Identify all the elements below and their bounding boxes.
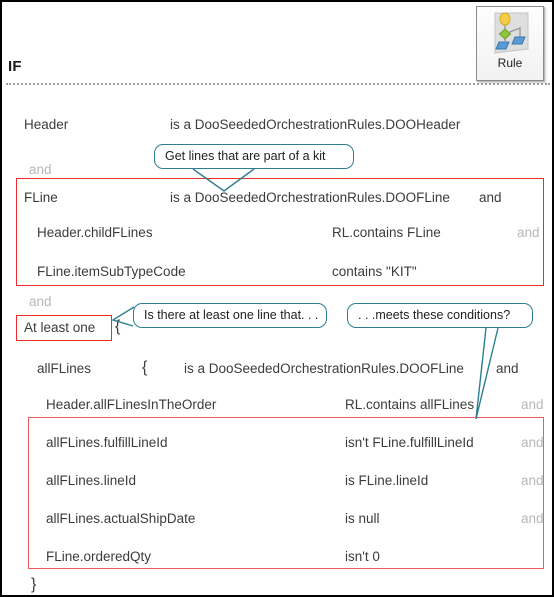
row-left-term[interactable]: allFLines.lineId	[46, 470, 136, 492]
row-condition[interactable]: is FLine.lineId	[345, 470, 428, 492]
row-and-label: and	[521, 435, 544, 450]
callout-conditions: . . .meets these conditions?	[347, 303, 533, 328]
row-condition[interactable]: is a DooSeededOrchestrationRules.DOOFLin…	[184, 358, 464, 380]
table-row: allFLines.lineId is FLine.lineId and	[2, 470, 552, 492]
row-left-term[interactable]: FLine.orderedQty	[46, 546, 151, 568]
table-row: allFLines { is a DooSeededOrchestrationR…	[2, 358, 552, 380]
row-condition[interactable]: is a DooSeededOrchestrationRules.DOOHead…	[170, 114, 460, 136]
row-and-label: and	[521, 473, 544, 488]
row-condition[interactable]: contains "KIT"	[332, 261, 417, 283]
table-row: FLine.itemSubTypeCode contains "KIT"	[2, 261, 552, 283]
conjunction-and-2: and	[29, 294, 52, 309]
row-left-term[interactable]: Header.allFLinesInTheOrder	[46, 394, 216, 416]
row-and-label: and	[521, 511, 544, 526]
if-label: IF	[8, 58, 22, 75]
header-divider	[6, 83, 550, 85]
table-row: Header is a DooSeededOrchestrationRules.…	[2, 114, 552, 136]
rule-diagram-icon	[488, 11, 532, 55]
at-least-one-open-brace: {	[115, 318, 121, 335]
table-row: allFLines.fulfillLineId isn't FLine.fulf…	[2, 432, 552, 454]
rule-button[interactable]: Rule	[476, 6, 544, 81]
row-left-term[interactable]: FLine.itemSubTypeCode	[37, 261, 186, 283]
row-condition[interactable]: isn't FLine.fulfillLineId	[345, 432, 474, 454]
table-row: FLine.orderedQty isn't 0	[2, 546, 552, 568]
rule-header-zone: IF	[2, 2, 552, 85]
table-row: FLine is a DooSeededOrchestrationRules.D…	[2, 187, 552, 209]
row-left-term[interactable]: FLine	[24, 187, 58, 209]
row-condition[interactable]: isn't 0	[345, 546, 380, 568]
conjunction-and-1: and	[29, 162, 52, 177]
row-condition[interactable]: RL.contains allFLines	[345, 394, 474, 416]
row-left-term[interactable]: allFLines.fulfillLineId	[46, 432, 168, 454]
row-left-term[interactable]: Header.childFLines	[37, 222, 153, 244]
rule-button-label: Rule	[497, 56, 523, 70]
row-and-label: and	[521, 397, 544, 412]
rule-editor-window: IF Rule Header is a DooSeededOrchestrati…	[0, 0, 554, 597]
callout-kit: Get lines that are part of a kit	[154, 144, 354, 169]
at-least-one-label[interactable]: At least one	[24, 317, 95, 339]
row-condition[interactable]: is null	[345, 508, 380, 530]
at-least-one-close-brace: }	[31, 576, 37, 593]
row-condition[interactable]: RL.contains FLine	[332, 222, 441, 244]
row-and-label: and	[496, 361, 519, 376]
allflines-open-brace: {	[142, 359, 148, 376]
callout-at-least-one: Is there at least one line that. . .	[133, 303, 327, 328]
row-and-label: and	[479, 190, 502, 205]
table-row: Header.allFLinesInTheOrder RL.contains a…	[2, 394, 552, 416]
row-left-term[interactable]: allFLines	[37, 358, 91, 380]
row-and-label: and	[517, 225, 540, 240]
row-left-term[interactable]: allFLines.actualShipDate	[46, 508, 195, 530]
table-row: Header.childFLines RL.contains FLine and	[2, 222, 552, 244]
row-condition[interactable]: is a DooSeededOrchestrationRules.DOOFLin…	[170, 187, 450, 209]
row-left-term[interactable]: Header	[24, 114, 68, 136]
table-row: allFLines.actualShipDate is null and	[2, 508, 552, 530]
